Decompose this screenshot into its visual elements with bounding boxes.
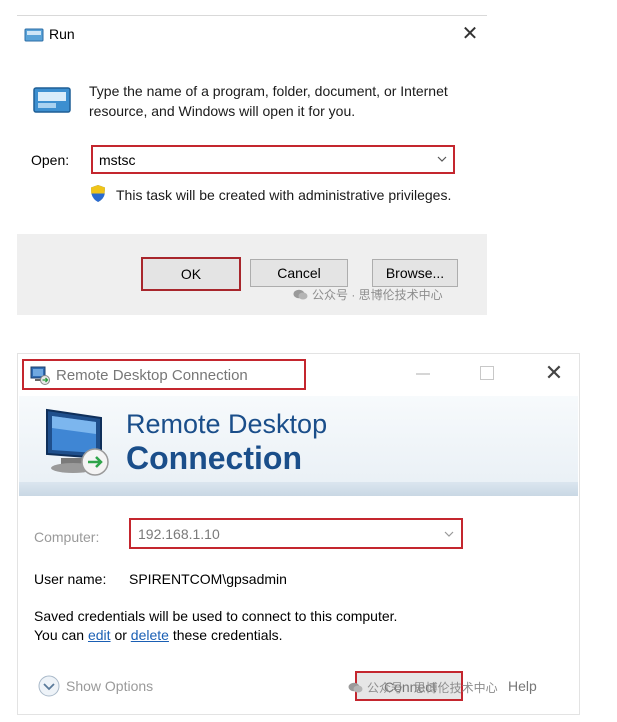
rdc-app-icon xyxy=(30,366,50,385)
username-value: SPIRENTCOM\gpsadmin xyxy=(129,571,287,587)
edit-link[interactable]: edit xyxy=(88,627,111,643)
banner-title-line2: Connection xyxy=(126,440,302,476)
computer-input-value[interactable]: 192.168.1.10 xyxy=(138,526,220,542)
rdc-monitor-icon xyxy=(46,408,109,476)
wechat-icon xyxy=(348,682,363,693)
banner-stripe xyxy=(19,482,578,496)
ok-button[interactable]: OK xyxy=(141,257,241,291)
watermark: 公众号 · 思博伦技术中心 xyxy=(293,286,443,303)
close-button[interactable]: ✕ xyxy=(457,22,483,46)
credentials-actions: You can edit or delete these credentials… xyxy=(34,627,283,643)
rdc-banner: Remote Desktop Connection xyxy=(19,396,578,496)
window-title: Run xyxy=(49,26,75,42)
cancel-button[interactable]: Cancel xyxy=(250,259,348,287)
window-title: Remote Desktop Connection xyxy=(56,367,248,384)
run-window-icon xyxy=(33,87,71,113)
wechat-icon xyxy=(293,289,308,300)
uac-shield-icon xyxy=(91,185,105,202)
or-text: or xyxy=(110,627,131,643)
open-combobox[interactable]: mstsc xyxy=(91,145,455,174)
username-label: User name: xyxy=(34,571,107,587)
minimize-icon[interactable] xyxy=(414,364,432,384)
close-button[interactable]: ✕ xyxy=(542,360,566,386)
rdc-window: Remote Desktop Connection ✕ Remote Deskt… xyxy=(17,353,580,715)
watermark-text: 公众号 · 思博伦技术中心 xyxy=(367,681,498,695)
credentials-message: Saved credentials will be used to connec… xyxy=(34,608,398,624)
open-label: Open: xyxy=(31,152,70,168)
run-description: Type the name of a program, folder, docu… xyxy=(89,83,448,119)
show-options-chevron-icon[interactable] xyxy=(38,675,60,697)
delete-link[interactable]: delete xyxy=(131,627,169,643)
help-button[interactable]: Help xyxy=(508,678,537,694)
admin-privileges-note: This task will be created with administr… xyxy=(116,187,452,203)
dropdown-chevron-icon[interactable] xyxy=(437,153,447,165)
open-input-value[interactable]: mstsc xyxy=(99,152,136,168)
computer-label: Computer: xyxy=(34,529,100,545)
show-options-button[interactable]: Show Options xyxy=(66,678,153,694)
credentials-suffix: these credentials. xyxy=(168,627,283,643)
maximize-icon[interactable] xyxy=(480,366,494,380)
credentials-prefix: You can xyxy=(34,627,88,643)
dropdown-chevron-icon[interactable] xyxy=(444,528,454,540)
watermark-text: 公众号 · 思博伦技术中心 xyxy=(312,288,443,302)
button-bar: OK Cancel Browse... 公众号 · 思博伦技术中心 xyxy=(17,234,487,315)
banner-title-line1: Remote Desktop xyxy=(126,409,328,439)
browse-button[interactable]: Browse... xyxy=(372,259,458,287)
run-app-icon xyxy=(24,28,44,42)
top-border xyxy=(17,15,487,16)
computer-combobox[interactable]: 192.168.1.10 xyxy=(129,518,463,549)
run-dialog: Run ✕ Type the name of a program, folder… xyxy=(17,15,487,315)
watermark: 公众号 · 思博伦技术中心 xyxy=(348,679,498,696)
